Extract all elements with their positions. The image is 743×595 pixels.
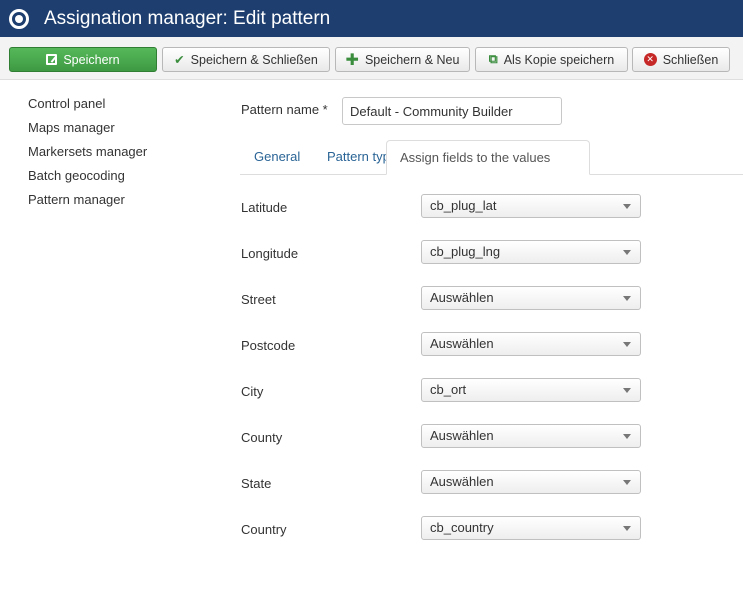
close-button[interactable]: ✕ Schließen	[632, 47, 730, 72]
state-select-value: Auswählen	[430, 474, 494, 489]
save-close-button-label: Speichern & Schließen	[190, 52, 318, 67]
checkmark-icon: ✔	[174, 53, 185, 67]
dropdown-arrow-icon	[623, 296, 631, 301]
latitude-select[interactable]: cb_plug_lat	[421, 194, 641, 218]
dropdown-arrow-icon	[623, 434, 631, 439]
save-copy-button-label: Als Kopie speichern	[503, 52, 615, 67]
postcode-select[interactable]: Auswählen	[421, 332, 641, 356]
street-label: Street	[241, 292, 276, 307]
country-select-value: cb_country	[430, 520, 494, 535]
country-select[interactable]: cb_country	[421, 516, 641, 540]
save-new-button-label: Speichern & Neu	[364, 52, 460, 67]
tab-general[interactable]: General	[241, 140, 313, 175]
county-select[interactable]: Auswählen	[421, 424, 641, 448]
city-select[interactable]: cb_ort	[421, 378, 641, 402]
longitude-label: Longitude	[241, 246, 299, 261]
latitude-label: Latitude	[241, 200, 288, 215]
close-icon: ✕	[643, 53, 657, 66]
sidebar-item-batch-geocoding[interactable]: Batch geocoding	[28, 168, 147, 192]
dropdown-arrow-icon	[623, 526, 631, 531]
state-label: State	[241, 476, 272, 491]
page-title: Assignation manager: Edit pattern	[44, 7, 331, 29]
plus-icon: ✚	[345, 51, 359, 69]
close-button-label: Schließen	[662, 52, 719, 67]
edit-icon: ✎	[46, 54, 58, 65]
dropdown-arrow-icon	[623, 388, 631, 393]
street-select[interactable]: Auswählen	[421, 286, 641, 310]
state-select[interactable]: Auswählen	[421, 470, 641, 494]
city-label: City	[241, 384, 264, 399]
dropdown-arrow-icon	[623, 250, 631, 255]
tab-bar: General Pattern type Assign fields to th…	[240, 140, 743, 175]
sidebar: Control panel Maps manager Markersets ma…	[28, 96, 147, 216]
county-label: County	[241, 430, 283, 445]
country-label: Country	[241, 522, 287, 537]
sidebar-item-maps-manager[interactable]: Maps manager	[28, 120, 147, 144]
street-select-value: Auswählen	[430, 290, 494, 305]
postcode-select-value: Auswählen	[430, 336, 494, 351]
dropdown-arrow-icon	[623, 204, 631, 209]
longitude-select-value: cb_plug_lng	[430, 244, 501, 259]
save-button-label: Speichern	[63, 52, 120, 67]
sidebar-item-markersets-manager[interactable]: Markersets manager	[28, 144, 147, 168]
toolbar: ✎ Speichern ✔ Speichern & Schließen ✚ Sp…	[0, 37, 743, 80]
longitude-select[interactable]: cb_plug_lng	[421, 240, 641, 264]
save-button[interactable]: ✎ Speichern	[9, 47, 157, 72]
save-close-button[interactable]: ✔ Speichern & Schließen	[162, 47, 330, 72]
postcode-label: Postcode	[241, 338, 296, 353]
tab-assign-fields[interactable]: Assign fields to the values	[386, 140, 590, 175]
county-select-value: Auswählen	[430, 428, 494, 443]
title-bar: Assignation manager: Edit pattern	[0, 0, 743, 37]
dropdown-arrow-icon	[623, 480, 631, 485]
copy-icon: ⧉	[488, 52, 498, 66]
save-new-button[interactable]: ✚ Speichern & Neu	[335, 47, 470, 72]
pattern-name-label: Pattern name *	[241, 102, 328, 117]
dropdown-arrow-icon	[623, 342, 631, 347]
sidebar-item-pattern-manager[interactable]: Pattern manager	[28, 192, 147, 216]
joomla-logo-icon	[9, 8, 29, 29]
pattern-name-input[interactable]	[342, 97, 562, 125]
city-select-value: cb_ort	[430, 382, 467, 397]
latitude-select-value: cb_plug_lat	[430, 198, 497, 213]
sidebar-item-control-panel[interactable]: Control panel	[28, 96, 147, 120]
save-copy-button[interactable]: ⧉ Als Kopie speichern	[475, 47, 628, 72]
